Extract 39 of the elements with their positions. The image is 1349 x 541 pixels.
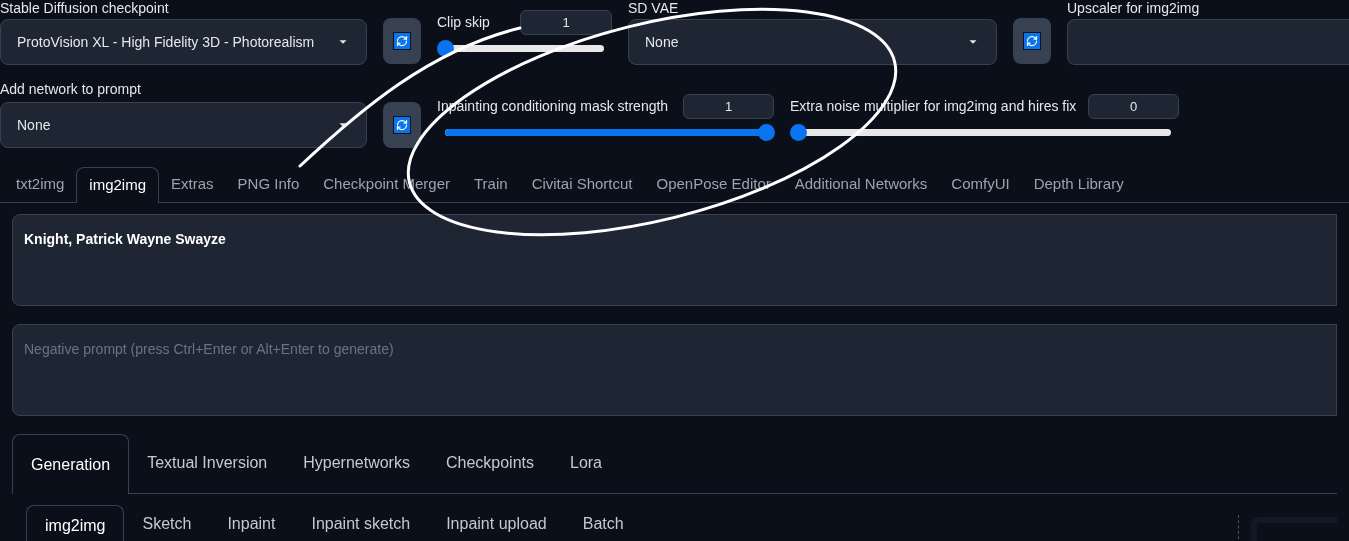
refresh-button[interactable] xyxy=(1013,18,1051,64)
tab[interactable]: Lora xyxy=(552,433,620,493)
refresh-icon xyxy=(1023,32,1041,50)
tab[interactable]: Inpaint upload xyxy=(428,504,565,541)
tab[interactable]: PNG Info xyxy=(225,166,312,202)
refresh-button[interactable] xyxy=(383,102,421,148)
slider-label: Clip skip xyxy=(437,13,490,32)
tab[interactable]: Additional Networks xyxy=(782,166,940,202)
tab[interactable]: Textual Inversion xyxy=(129,433,286,493)
field-label: SD VAE xyxy=(628,0,680,17)
tab[interactable]: Depth Library xyxy=(1021,166,1136,202)
prompt-field[interactable]: Knight, Patrick Wayne Swayze xyxy=(12,214,1337,306)
tab[interactable]: Batch xyxy=(564,504,642,541)
number-field[interactable]: 1 xyxy=(683,94,774,119)
number-field[interactable]: 0 xyxy=(1088,94,1179,119)
refresh-button[interactable] xyxy=(383,18,421,64)
tab[interactable]: Hypernetworks xyxy=(285,433,428,493)
tab[interactable]: Train xyxy=(462,166,520,202)
field-label: Add network to prompt xyxy=(0,81,142,98)
tab[interactable]: Extras xyxy=(159,166,226,202)
tab[interactable]: Civitai Shortcut xyxy=(519,166,645,202)
tab[interactable]: Inpaint xyxy=(209,504,294,541)
number-field[interactable]: 1 xyxy=(520,10,612,35)
negative-prompt-field[interactable]: Negative prompt (press Ctrl+Enter or Alt+Enter to generate) xyxy=(12,324,1337,416)
dropdown[interactable]: ProtoVision XL - High Fidelity 3D - Photorealism xyxy=(0,19,367,65)
field-label: Upscaler for img2img xyxy=(1067,0,1201,17)
tab[interactable]: img2img xyxy=(76,167,160,203)
refresh-icon xyxy=(393,116,411,134)
tab[interactable]: Generation xyxy=(12,434,130,494)
tab[interactable]: Inpaint sketch xyxy=(293,504,429,541)
tab[interactable]: Sketch xyxy=(124,504,210,541)
dropdown[interactable]: None xyxy=(0,102,367,148)
field-label: Stable Diffusion checkpoint xyxy=(0,0,170,17)
tab[interactable]: Checkpoints xyxy=(427,433,552,493)
tab[interactable]: txt2img xyxy=(4,166,77,202)
refresh-icon xyxy=(393,32,411,50)
tab[interactable]: img2img xyxy=(26,505,125,541)
tab[interactable]: ComfyUI xyxy=(939,166,1022,202)
dropdown[interactable]: None xyxy=(628,19,997,65)
